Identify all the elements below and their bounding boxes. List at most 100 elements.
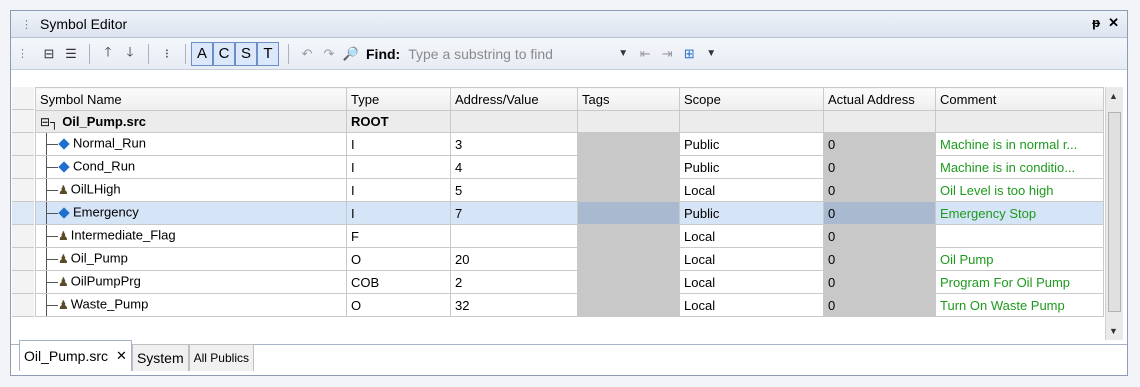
comment-cell[interactable]: Program For Oil Pump [935, 270, 1104, 294]
title-bar[interactable]: ⋮ Symbol Editor ᵽ ✕ [11, 11, 1127, 38]
col-scope[interactable]: Scope [679, 87, 824, 111]
actual-address-cell[interactable]: 0 [823, 178, 936, 202]
actual-address-cell[interactable]: 0 [823, 201, 936, 225]
find-previous-icon[interactable]: ⇤ [636, 44, 654, 64]
symbol-name-cell[interactable]: Cond_Run [35, 155, 347, 179]
scroll-up-icon[interactable]: ▲ [1109, 91, 1118, 101]
actual-address-cell[interactable]: 0 [823, 224, 936, 248]
root-type-cell[interactable]: ROOT [346, 110, 451, 133]
scope-cell[interactable]: Public [679, 155, 824, 179]
comment-cell[interactable]: Emergency Stop [935, 201, 1104, 225]
row-header[interactable] [12, 294, 34, 317]
cell[interactable] [935, 110, 1104, 133]
row-header[interactable] [12, 156, 34, 179]
address-cell[interactable]: 2 [450, 270, 578, 294]
type-cell[interactable]: I [346, 178, 451, 202]
comment-cell[interactable]: Machine is in normal r... [935, 132, 1104, 156]
symbol-name-cell[interactable]: Emergency [35, 201, 347, 225]
tags-cell[interactable] [577, 155, 680, 179]
table-row[interactable]: ♟ OilPumpPrg COB 2 Local 0 Program For Oil Pum… [35, 270, 1104, 294]
tags-cell[interactable] [577, 178, 680, 202]
close-icon[interactable]: ✕ [1108, 15, 1119, 31]
move-down-icon[interactable]: 🡓 [121, 44, 139, 64]
actual-address-cell[interactable]: 0 [823, 293, 936, 317]
tags-cell[interactable] [577, 224, 680, 248]
address-cell[interactable] [450, 224, 578, 248]
comment-cell[interactable] [935, 224, 1104, 248]
type-cell[interactable]: COB [346, 270, 451, 294]
root-row[interactable]: ⊟┐ Oil_Pump.src ROOT [35, 110, 1104, 133]
row-header[interactable] [12, 87, 34, 110]
comment-cell[interactable]: Turn On Waste Pump [935, 293, 1104, 317]
list-view-icon[interactable]: ☰ [62, 44, 80, 64]
col-tags[interactable]: Tags [577, 87, 680, 111]
address-cell[interactable]: 4 [450, 155, 578, 179]
filter-a-button[interactable]: A [191, 41, 213, 66]
col-type[interactable]: Type [346, 87, 451, 111]
scope-cell[interactable]: Local [679, 293, 824, 317]
row-header[interactable] [12, 202, 34, 225]
type-cell[interactable]: I [346, 201, 451, 225]
tags-cell[interactable] [577, 201, 680, 225]
expand-tree-icon[interactable]: ⊟ [40, 44, 58, 64]
cell[interactable] [679, 110, 824, 133]
table-row[interactable]: Normal_Run I 3 Public 0 Machine is in normal … [35, 132, 1104, 156]
pin-icon[interactable]: ᵽ [1092, 15, 1100, 31]
actual-address-cell[interactable]: 0 [823, 247, 936, 271]
filter-t-button[interactable]: T [257, 41, 279, 66]
symbol-name-cell[interactable]: ♟ Intermediate_Flag [35, 224, 347, 248]
type-cell[interactable]: I [346, 132, 451, 156]
undo-icon[interactable]: ↶ [298, 44, 316, 64]
type-cell[interactable]: O [346, 247, 451, 271]
table-row[interactable]: ♟ OilLHigh I 5 Local 0 Oil Level is too high [35, 178, 1104, 202]
row-header[interactable] [12, 225, 34, 248]
add-dropdown-icon[interactable]: ▼ [702, 44, 720, 64]
move-up-icon[interactable]: 🡑 [99, 44, 117, 64]
vertical-scrollbar[interactable]: ▲ ▼ [1105, 87, 1123, 340]
comment-cell[interactable]: Oil Pump [935, 247, 1104, 271]
comment-cell[interactable]: Oil Level is too high [935, 178, 1104, 202]
col-symbol-name[interactable]: Symbol Name [35, 87, 347, 111]
scroll-thumb[interactable] [1108, 112, 1121, 312]
col-actual-address[interactable]: Actual Address [823, 87, 936, 111]
comment-cell[interactable]: Machine is in conditio... [935, 155, 1104, 179]
scope-cell[interactable]: Public [679, 132, 824, 156]
tab-oil-pump-src[interactable]: Oil_Pump.src ✕ [19, 340, 132, 371]
find-dropdown-icon[interactable]: ▼ [614, 44, 632, 64]
actual-address-cell[interactable]: 0 [823, 155, 936, 179]
tags-cell[interactable] [577, 270, 680, 294]
table-row[interactable]: ♟ Intermediate_Flag F Local 0 [35, 224, 1104, 248]
actual-address-cell[interactable]: 0 [823, 132, 936, 156]
scope-cell[interactable]: Local [679, 224, 824, 248]
symbol-name-cell[interactable]: ♟ Oil_Pump [35, 247, 347, 271]
symbol-name-cell[interactable]: ♟ OilLHigh [35, 178, 347, 202]
symbol-name-cell[interactable]: Normal_Run [35, 132, 347, 156]
cell[interactable] [823, 110, 936, 133]
tab-all-publics[interactable]: All Publics [188, 344, 254, 371]
row-header[interactable] [12, 110, 34, 133]
table-row[interactable]: ♟ Oil_Pump O 20 Local 0 Oil Pump [35, 247, 1104, 271]
table-row[interactable]: Cond_Run I 4 Public 0 Machine is in conditio.… [35, 155, 1104, 179]
tags-cell[interactable] [577, 247, 680, 271]
root-name-cell[interactable]: ⊟┐ Oil_Pump.src [35, 110, 347, 133]
col-address-value[interactable]: Address/Value [450, 87, 578, 111]
actual-address-cell[interactable]: 0 [823, 270, 936, 294]
address-cell[interactable]: 3 [450, 132, 578, 156]
address-cell[interactable]: 5 [450, 178, 578, 202]
type-cell[interactable]: O [346, 293, 451, 317]
find-input[interactable] [404, 42, 611, 65]
find-next-icon[interactable]: ⇥ [658, 44, 676, 64]
cell[interactable] [577, 110, 680, 133]
redo-icon[interactable]: ↷ [320, 44, 338, 64]
collapse-icon[interactable]: ⊟┐ [40, 115, 59, 129]
table-row[interactable]: Emergency I 7 Public 0 Emergency Stop [35, 201, 1104, 225]
type-cell[interactable]: F [346, 224, 451, 248]
indent-icon[interactable]: ⁝ [158, 44, 176, 64]
row-header[interactable] [12, 271, 34, 294]
symbol-name-cell[interactable]: ♟ OilPumpPrg [35, 270, 347, 294]
tab-system[interactable]: System [131, 344, 189, 371]
tags-cell[interactable] [577, 293, 680, 317]
table-row[interactable]: ♟ Waste_Pump O 32 Local 0 Turn On Waste Pump [35, 293, 1104, 317]
row-header[interactable] [12, 248, 34, 271]
scope-cell[interactable]: Local [679, 247, 824, 271]
